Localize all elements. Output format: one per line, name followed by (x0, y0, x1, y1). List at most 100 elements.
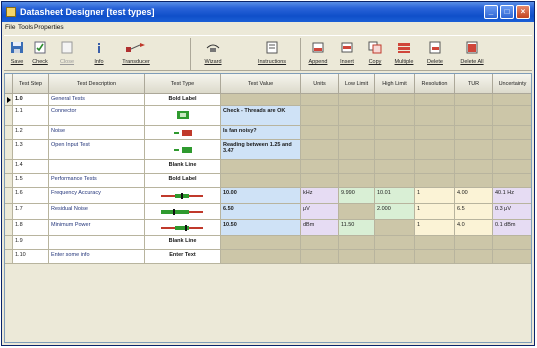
cell-test-step[interactable]: 1.1 (13, 106, 49, 126)
instructions-button[interactable]: Instructions (250, 38, 294, 70)
cell-test-description[interactable]: Frequency Accuracy (49, 188, 145, 204)
cell-test-step[interactable]: 1.0 (13, 94, 49, 106)
header-tur[interactable]: TUR (455, 74, 493, 94)
cell-high-limit[interactable] (375, 126, 415, 140)
cell-units[interactable] (301, 140, 339, 160)
cell-test-type[interactable] (145, 188, 221, 204)
cell-resolution[interactable]: 1 (415, 204, 455, 220)
cell-tur[interactable]: 6.5 (455, 204, 493, 220)
cell-resolution[interactable] (415, 160, 455, 174)
cell-tur[interactable]: 4.00 (455, 188, 493, 204)
cell-resolution[interactable] (415, 236, 455, 250)
cell-uncertainty[interactable] (493, 126, 531, 140)
row-selector[interactable] (5, 204, 13, 220)
cell-test-description[interactable]: Noise (49, 126, 145, 140)
cell-resolution[interactable] (415, 126, 455, 140)
table-row[interactable]: 1.6 Frequency Accuracy 10.00 kHz 9.990 1… (5, 188, 531, 204)
title-bar[interactable]: Datasheet Designer [test types] _ □ × (2, 2, 534, 22)
header-test-type[interactable]: Test Type (145, 74, 221, 94)
cell-high-limit[interactable]: 2.000 (375, 204, 415, 220)
minimize-button[interactable]: _ (484, 5, 498, 19)
row-selector[interactable] (5, 250, 13, 264)
cell-test-value[interactable]: Check - Threads are OK (221, 106, 301, 126)
cell-low-limit[interactable] (339, 94, 375, 106)
cell-test-description[interactable]: Performance Tests (49, 174, 145, 188)
cell-tur[interactable] (455, 126, 493, 140)
transducer-button[interactable]: Transducer (116, 38, 156, 70)
cell-test-type[interactable] (145, 106, 221, 126)
cell-low-limit[interactable] (339, 250, 375, 264)
header-high-limit[interactable]: High Limit (375, 74, 415, 94)
close-window-button[interactable]: × (516, 5, 530, 19)
cell-uncertainty[interactable] (493, 94, 531, 106)
cell-uncertainty[interactable] (493, 106, 531, 126)
cell-resolution[interactable]: 1 (415, 220, 455, 236)
append-button[interactable]: Append (300, 38, 332, 70)
cell-tur[interactable] (455, 174, 493, 188)
table-row[interactable]: 1.8 Minimum Power 10.50 dBm 11.50 1 4.0 … (5, 220, 531, 236)
table-row[interactable]: 1.4 Blank Line (5, 160, 531, 174)
cell-high-limit[interactable] (375, 174, 415, 188)
table-row[interactable]: 1.5 Performance Tests Bold Label (5, 174, 531, 188)
cell-test-type[interactable]: Bold Label (145, 174, 221, 188)
cell-units[interactable]: dBm (301, 220, 339, 236)
cell-test-value[interactable]: 6.50 (221, 204, 301, 220)
cell-tur[interactable] (455, 140, 493, 160)
cell-uncertainty[interactable] (493, 174, 531, 188)
cell-test-description[interactable] (49, 160, 145, 174)
cell-test-step[interactable]: 1.9 (13, 236, 49, 250)
wizard-button[interactable]: Wizard (190, 38, 232, 70)
cell-units[interactable]: μV (301, 204, 339, 220)
cell-low-limit[interactable]: 11.50 (339, 220, 375, 236)
cell-low-limit[interactable] (339, 106, 375, 126)
cell-tur[interactable] (455, 106, 493, 126)
table-row[interactable]: 1.1 Connector Check - Threads are OK (5, 106, 531, 126)
maximize-button[interactable]: □ (500, 5, 514, 19)
header-low-limit[interactable]: Low Limit (339, 74, 375, 94)
cell-high-limit[interactable] (375, 106, 415, 126)
cell-high-limit[interactable] (375, 140, 415, 160)
cell-test-step[interactable]: 1.8 (13, 220, 49, 236)
cell-test-value[interactable] (221, 174, 301, 188)
multiple-button[interactable]: Multiple (390, 38, 418, 70)
row-selector[interactable] (5, 174, 13, 188)
cell-high-limit[interactable] (375, 250, 415, 264)
cell-tur[interactable] (455, 250, 493, 264)
cell-test-step[interactable]: 1.7 (13, 204, 49, 220)
cell-test-type[interactable]: Bold Label (145, 94, 221, 106)
delete-button[interactable]: Delete (420, 38, 450, 70)
cell-test-step[interactable]: 1.5 (13, 174, 49, 188)
cell-low-limit[interactable] (339, 204, 375, 220)
close-doc-button[interactable]: Close (52, 38, 82, 70)
cell-test-description[interactable]: Residual Noise (49, 204, 145, 220)
cell-high-limit[interactable] (375, 220, 415, 236)
cell-test-description[interactable]: Connector (49, 106, 145, 126)
cell-test-type[interactable] (145, 140, 221, 160)
cell-units[interactable] (301, 126, 339, 140)
cell-test-description[interactable]: Open Input Test (49, 140, 145, 160)
cell-test-value[interactable]: 10.00 (221, 188, 301, 204)
delete-all-button[interactable]: Delete All (454, 38, 490, 70)
cell-tur[interactable] (455, 236, 493, 250)
cell-high-limit[interactable] (375, 236, 415, 250)
row-selector[interactable] (5, 126, 13, 140)
cell-test-value[interactable] (221, 250, 301, 264)
check-button[interactable]: Check (28, 38, 52, 70)
cell-resolution[interactable] (415, 94, 455, 106)
cell-uncertainty[interactable] (493, 250, 531, 264)
insert-button[interactable]: Insert (334, 38, 360, 70)
menu-tools[interactable]: Tools (18, 24, 33, 31)
cell-test-step[interactable]: 1.6 (13, 188, 49, 204)
table-row[interactable]: 1.3 Open Input Test Reading between 1.25… (5, 140, 531, 160)
cell-test-type[interactable] (145, 220, 221, 236)
copy-button[interactable]: Copy (362, 38, 388, 70)
cell-low-limit[interactable] (339, 174, 375, 188)
header-uncertainty[interactable]: Uncertainty (493, 74, 531, 94)
header-units[interactable]: Units (301, 74, 339, 94)
cell-tur[interactable] (455, 94, 493, 106)
cell-test-type[interactable]: Enter Text (145, 250, 221, 264)
cell-high-limit[interactable] (375, 94, 415, 106)
cell-uncertainty[interactable] (493, 140, 531, 160)
cell-high-limit[interactable] (375, 160, 415, 174)
cell-test-value[interactable] (221, 160, 301, 174)
